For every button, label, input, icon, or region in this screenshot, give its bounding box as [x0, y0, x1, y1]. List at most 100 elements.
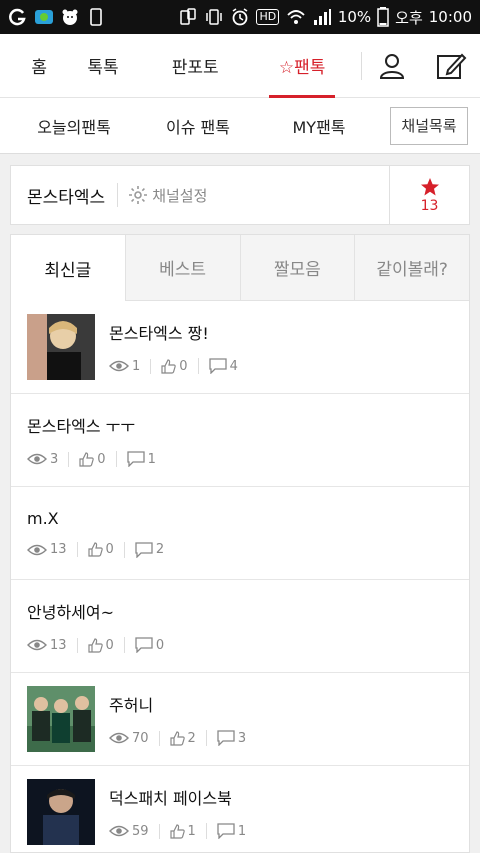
sub-nav-today[interactable]: 오늘의팬톡 [0, 114, 148, 138]
channel-name: 몬스타엑스 [27, 187, 106, 208]
post-views: 13 [27, 638, 77, 653]
wifi-icon [286, 7, 306, 27]
comment-icon [135, 541, 153, 558]
post-stats: 70 2 3 [109, 730, 256, 746]
post-tabs: 최신글 베스트 짤모음 같이볼래? [11, 235, 469, 301]
sub-nav-my[interactable]: MY팬톡 [248, 114, 390, 138]
post-thumbnail [27, 686, 95, 752]
post-stats: 3 0 1 [27, 451, 166, 467]
post-stats: 59 1 1 [109, 823, 256, 839]
nav-panphoto[interactable]: 판포토 [128, 34, 263, 98]
user-icon [379, 53, 404, 79]
tv-app-icon [34, 7, 54, 27]
eye-icon [109, 360, 129, 372]
tab-watch-together[interactable]: 같이볼래? [354, 235, 469, 301]
eye-icon [109, 732, 129, 744]
nav-home[interactable]: 홈 [0, 34, 78, 98]
post-comments: 2 [123, 541, 174, 558]
thumbs-up-icon [87, 637, 103, 653]
nav-fantalk[interactable]: ☆팬톡 [263, 34, 341, 98]
star-icon [420, 177, 439, 195]
nav-toktok[interactable]: 톡톡 [78, 34, 127, 98]
post-likes: 0 [150, 358, 197, 374]
signal-icon [312, 7, 332, 27]
post-likes: 0 [76, 637, 124, 653]
tab-best[interactable]: 베스트 [124, 235, 240, 301]
post-likes: 0 [76, 542, 124, 557]
post-stats: 13 0 2 [27, 541, 174, 558]
channel-star-button[interactable]: 13 [389, 166, 469, 224]
post-stats: 1 0 4 [109, 358, 248, 374]
post-stats: 13 0 0 [27, 637, 174, 653]
channel-settings-label: 채널설정 [152, 186, 208, 205]
post-thumbnail [27, 314, 95, 380]
post-title: 몬스타엑스 짱! [109, 324, 209, 343]
post-title: 덕스패치 페이스북 [109, 789, 232, 808]
comment-icon [217, 823, 235, 839]
post-comments: 1 [205, 823, 256, 839]
post-likes: 0 [68, 451, 115, 467]
post-views: 70 [109, 731, 159, 746]
screen-rotate-icon [178, 7, 198, 27]
tab-latest[interactable]: 최신글 [11, 235, 125, 301]
sub-nav-issue[interactable]: 이슈 팬톡 [148, 114, 248, 138]
post-title: m.X [27, 508, 59, 528]
post-item[interactable]: 몬스타엑스 짱! 1 0 4 [11, 301, 469, 394]
thumbs-up-icon [87, 542, 103, 557]
gear-icon [129, 186, 148, 204]
time-ampm: 오후 [395, 8, 423, 27]
post-thumbnail [27, 779, 95, 845]
post-item[interactable]: 안녕하세여~ 13 0 0 [11, 580, 469, 673]
post-comments: 1 [115, 451, 166, 467]
notification-g-icon [8, 7, 28, 27]
post-views: 3 [27, 452, 68, 467]
clock: 10:00 [428, 8, 472, 26]
post-item[interactable]: 주허니 70 2 3 [11, 673, 469, 766]
post-views: 59 [109, 824, 159, 839]
comment-icon [217, 730, 235, 746]
post-item[interactable]: 몬스타엑스 ㅜㅜ 3 0 1 [11, 394, 469, 487]
hd-voice-icon: HD [256, 7, 280, 27]
post-likes: 1 [158, 823, 206, 839]
channel-settings-button[interactable]: 채널설정 [118, 185, 207, 206]
alarm-icon [230, 7, 250, 27]
comment-icon [208, 358, 227, 374]
thumbs-up-icon [169, 823, 185, 839]
vibrate-icon [204, 7, 224, 27]
post-title: 주허니 [109, 696, 154, 715]
comment-icon [126, 451, 145, 467]
post-comments: 0 [123, 637, 174, 653]
post-likes: 2 [158, 730, 206, 746]
post-list: 몬스타엑스 짱! 1 0 4 몬스타엑스 ㅜㅜ 3 0 1 m.X 13 0 2… [11, 301, 469, 852]
battery-percent: 10% [337, 8, 372, 26]
eye-icon [109, 825, 129, 837]
bear-app-icon [60, 7, 80, 27]
eye-icon [27, 453, 47, 465]
eye-icon [27, 639, 47, 651]
status-bar: HD 10% 오후 10:00 [0, 0, 480, 34]
tab-gallery[interactable]: 짤모음 [239, 235, 355, 301]
post-item[interactable]: 덕스패치 페이스북 59 1 1 [11, 766, 469, 852]
post-title: 안녕하세여~ [27, 603, 115, 622]
sub-nav: 오늘의팬톡 이슈 팬톡 MY팬톡 채널목록 [0, 98, 480, 154]
post-views: 13 [27, 542, 77, 557]
main-nav: 홈 톡톡 판포토 ☆팬톡 [0, 34, 480, 98]
comment-icon [135, 637, 153, 653]
post-comments: 3 [205, 730, 256, 746]
battery-icon [377, 7, 389, 27]
profile-button[interactable] [362, 34, 421, 98]
write-button[interactable] [421, 34, 480, 98]
thumbs-up-icon [79, 451, 95, 467]
phone-screen-icon [86, 7, 106, 27]
post-panel: 최신글 베스트 짤모음 같이볼래? 몬스타엑스 짱! 1 0 4 몬스타엑스 ㅜ… [10, 234, 470, 853]
eye-icon [27, 544, 47, 555]
star-count: 13 [420, 197, 439, 214]
channel-list-button[interactable]: 채널목록 [390, 106, 468, 145]
post-item[interactable]: m.X 13 0 2 [11, 487, 469, 580]
thumbs-up-icon [169, 730, 185, 746]
post-comments: 4 [197, 358, 248, 374]
channel-header: 몬스타엑스 채널설정 13 [10, 165, 470, 225]
post-title: 몬스타엑스 ㅜㅜ [27, 417, 136, 436]
post-views: 1 [109, 359, 150, 374]
thumbs-up-icon [161, 358, 177, 374]
